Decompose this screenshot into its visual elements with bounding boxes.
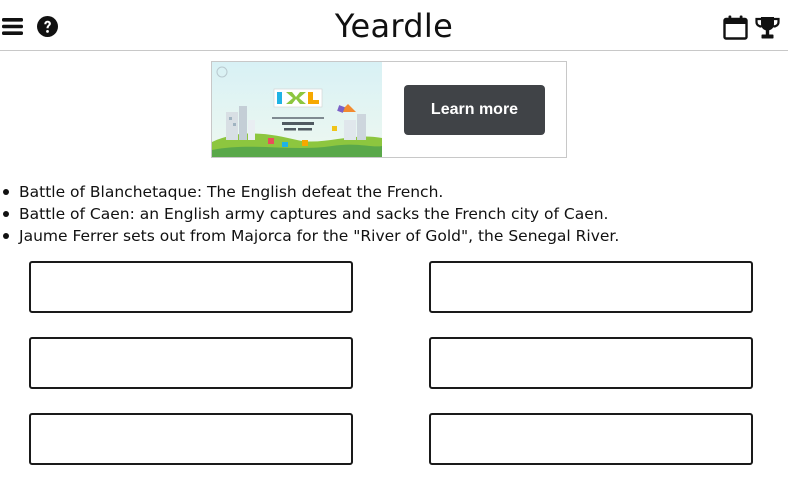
ad-illustration [212,62,382,157]
guess-slot[interactable] [429,337,753,389]
trophy-icon[interactable] [755,16,780,39]
guess-slot[interactable] [29,413,353,465]
guess-slot[interactable] [29,261,353,313]
event-item: Jaume Ferrer sets out from Majorca for t… [0,225,788,247]
top-bar: Yeardle [0,0,788,51]
guess-slot[interactable] [429,413,753,465]
event-item: Battle of Caen: an English army captures… [0,203,788,225]
calendar-icon[interactable] [723,15,748,40]
ad-banner[interactable]: Learn more [211,61,567,158]
learn-more-button[interactable]: Learn more [404,85,545,135]
event-list: Battle of Blanchetaque: The English defe… [0,181,788,247]
guess-slot[interactable] [429,261,753,313]
event-item: Battle of Blanchetaque: The English defe… [0,181,788,203]
guess-slot[interactable] [29,337,353,389]
page-title: Yeardle [334,7,454,45]
